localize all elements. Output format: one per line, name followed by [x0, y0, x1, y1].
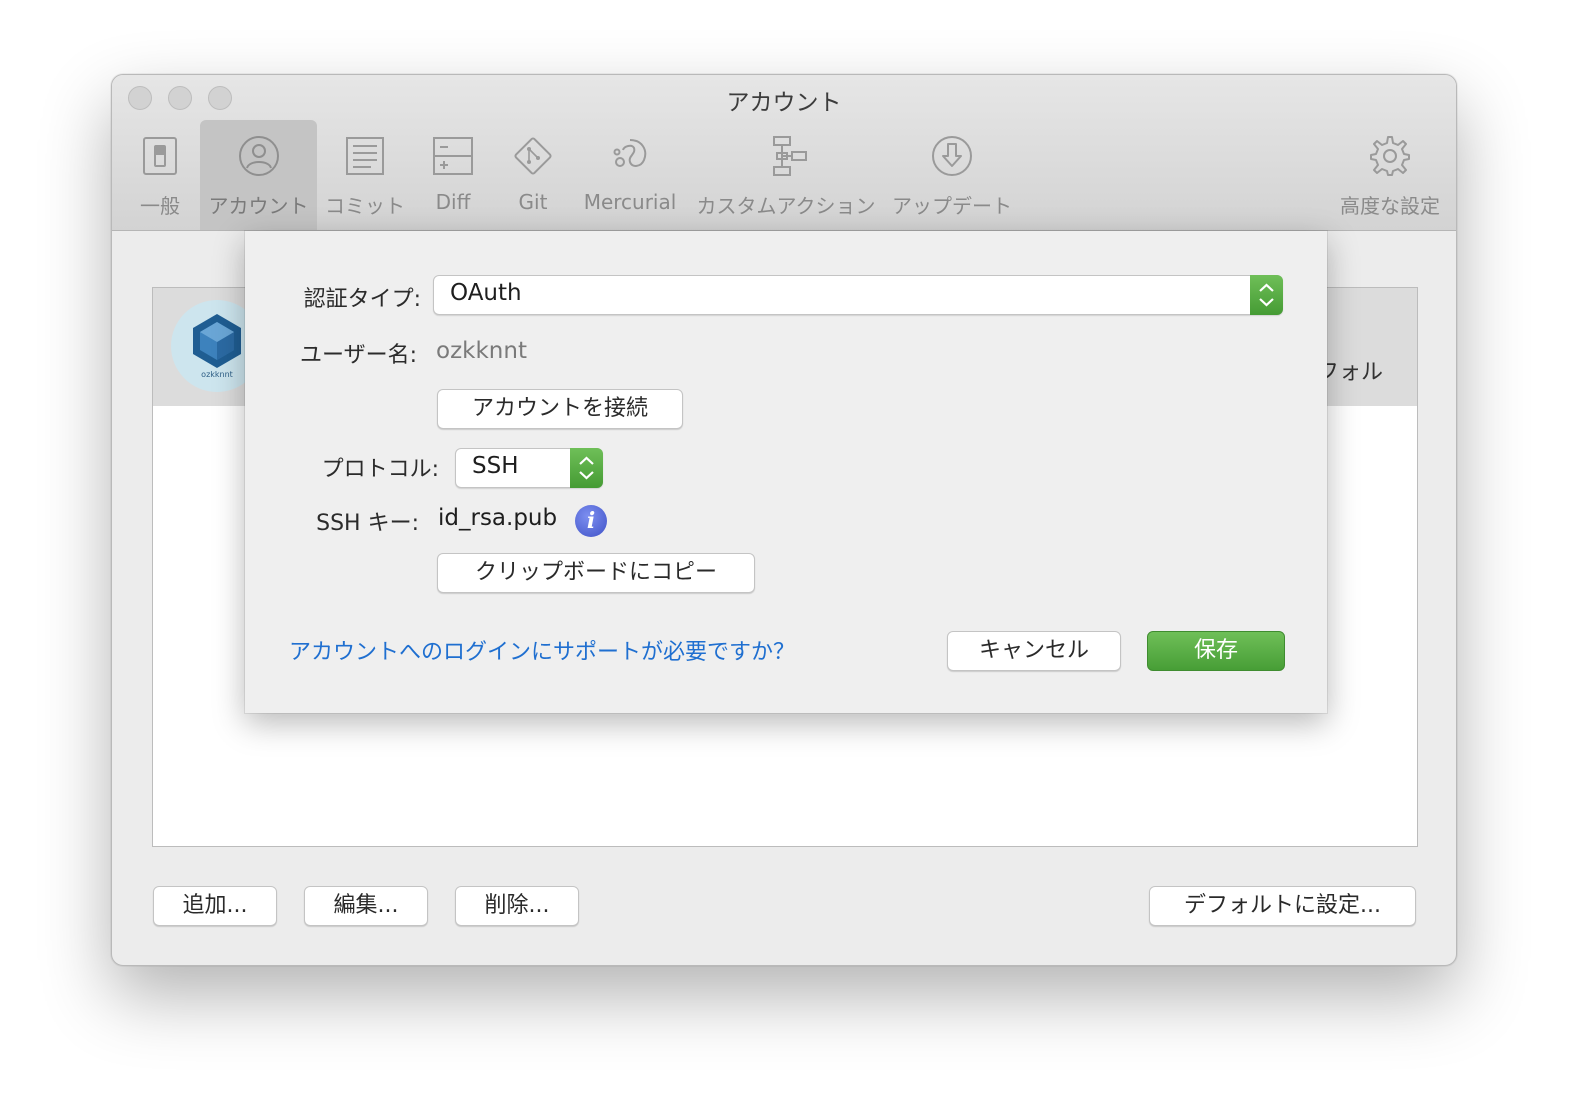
window-title: アカウント: [726, 90, 842, 116]
tab-general[interactable]: 一般: [130, 120, 190, 230]
ssh-key-label: SSH キー:: [316, 511, 419, 536]
edit-account-button[interactable]: 編集...: [304, 886, 428, 926]
tab-diff[interactable]: Diff: [424, 120, 482, 230]
username-label: ユーザー名:: [300, 343, 417, 368]
tab-label: 高度な設定: [1340, 194, 1440, 218]
person-circle-icon: [238, 136, 279, 176]
popup-stepper: [570, 448, 603, 488]
tab-custom-actions[interactable]: カスタムアクション: [696, 120, 876, 230]
accounts-pane: ozkknnt フォル 追加... 編集... 削除... デフォルトに設定..…: [112, 231, 1456, 965]
gear-icon: [1370, 136, 1410, 176]
toolbar: アカウント 一般 アカウント コミット Diff Git Mercurial カ…: [112, 75, 1456, 231]
set-default-button[interactable]: デフォルトに設定...: [1149, 886, 1416, 926]
protocol-label: プロトコル:: [321, 457, 439, 482]
tab-accounts[interactable]: アカウント: [200, 120, 317, 230]
chevron-up-down-icon: [579, 456, 594, 480]
save-button[interactable]: 保存: [1147, 631, 1285, 671]
auth-type-select[interactable]: OAuth: [433, 275, 1283, 315]
ssh-key-value: id_rsa.pub: [438, 505, 558, 531]
add-account-button[interactable]: 追加...: [153, 886, 277, 926]
edit-account-sheet: 認証タイプ: OAuth ユーザー名: ozkknnt アカウントを接続 プロト…: [245, 231, 1327, 713]
git-icon: [514, 137, 552, 175]
connect-account-button[interactable]: アカウントを接続: [437, 389, 683, 429]
chevron-up-down-icon: [1259, 283, 1274, 307]
tab-label: アカウント: [208, 194, 309, 218]
tab-mercurial[interactable]: Mercurial: [578, 120, 682, 230]
tab-label: アップデート: [892, 194, 1012, 218]
custom-actions-icon: [773, 136, 807, 176]
auth-type-label: 認証タイプ:: [303, 287, 421, 312]
login-help-link[interactable]: アカウントへのログインにサポートが必要ですか？: [289, 634, 795, 666]
tab-label: Git: [518, 190, 548, 214]
mercurial-icon: [613, 139, 647, 167]
auth-type-value: OAuth: [450, 280, 522, 306]
tab-label: Diff: [435, 190, 471, 214]
download-circle-icon: [932, 136, 972, 176]
popup-stepper: [1250, 275, 1283, 315]
preferences-window: アカウント 一般 アカウント コミット Diff Git Mercurial カ…: [111, 74, 1457, 966]
tab-git[interactable]: Git: [504, 120, 562, 230]
username-value: ozkknnt: [436, 338, 527, 364]
tab-update[interactable]: アップデート: [890, 120, 1014, 230]
diff-icon: [433, 137, 473, 175]
document-lines-icon: [346, 137, 384, 175]
delete-account-button[interactable]: 削除...: [455, 886, 579, 926]
tab-commit[interactable]: コミット: [324, 120, 406, 230]
protocol-select[interactable]: SSH: [455, 448, 603, 488]
tab-label: Mercurial: [583, 190, 677, 214]
tab-label: 一般: [140, 194, 180, 218]
tab-label: カスタムアクション: [696, 194, 876, 218]
copy-to-clipboard-button[interactable]: クリップボードにコピー: [437, 553, 755, 593]
tab-advanced[interactable]: 高度な設定: [1338, 120, 1442, 230]
tab-label: コミット: [325, 194, 405, 218]
info-icon[interactable]: i: [575, 505, 607, 537]
toggle-switch-icon: [143, 137, 177, 175]
cancel-button[interactable]: キャンセル: [947, 631, 1121, 671]
protocol-value: SSH: [472, 453, 519, 479]
